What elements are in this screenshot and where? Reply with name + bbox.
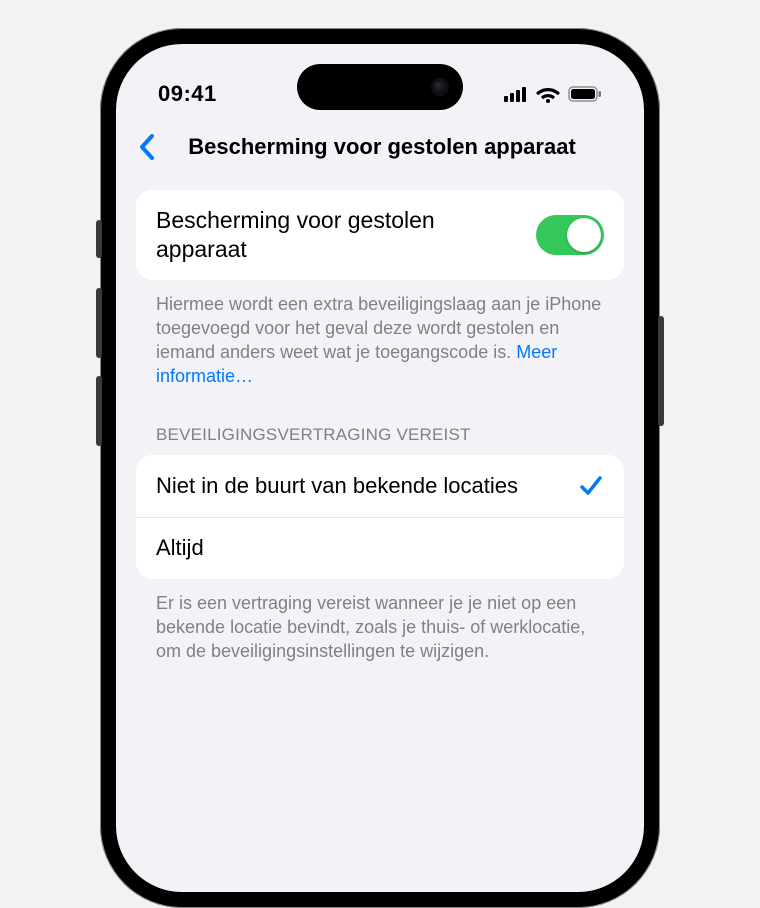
delay-option-always[interactable]: Altijd [136, 517, 624, 579]
protection-switch[interactable] [536, 215, 604, 255]
switch-knob [567, 218, 601, 252]
delay-options-card: Niet in de buurt van bekende locaties Al… [136, 455, 624, 579]
silent-switch [96, 220, 102, 258]
cellular-icon [504, 86, 528, 102]
power-button [658, 316, 664, 426]
protection-toggle-label: Bescherming voor gestolen apparaat [156, 206, 536, 264]
volume-up-button [96, 288, 102, 358]
delay-option-always-label: Altijd [156, 534, 604, 562]
delay-option-away[interactable]: Niet in de buurt van bekende locaties [136, 455, 624, 517]
screen: 09:41 [116, 44, 644, 892]
wifi-icon [536, 85, 560, 103]
protection-toggle-row[interactable]: Bescherming voor gestolen apparaat [136, 190, 624, 280]
status-time: 09:41 [158, 81, 217, 107]
page-title: Bescherming voor gestolen apparaat [148, 134, 628, 160]
delay-footer: Er is een vertraging vereist wanneer je … [136, 579, 624, 664]
protection-toggle-card: Bescherming voor gestolen apparaat [136, 190, 624, 280]
front-camera [431, 78, 449, 96]
navigation-bar: Bescherming voor gestolen apparaat [116, 116, 644, 176]
delay-option-away-label: Niet in de buurt van bekende locaties [156, 472, 578, 500]
delay-section-header: BEVEILIGINGSVERTRAGING VEREIST [136, 389, 624, 455]
device-frame: 09:41 [100, 28, 660, 908]
dynamic-island [297, 64, 463, 110]
checkmark-icon [578, 473, 604, 499]
battery-icon [568, 86, 602, 102]
protection-footer: Hiermee wordt een extra beveiligingslaag… [136, 280, 624, 389]
volume-down-button [96, 376, 102, 446]
